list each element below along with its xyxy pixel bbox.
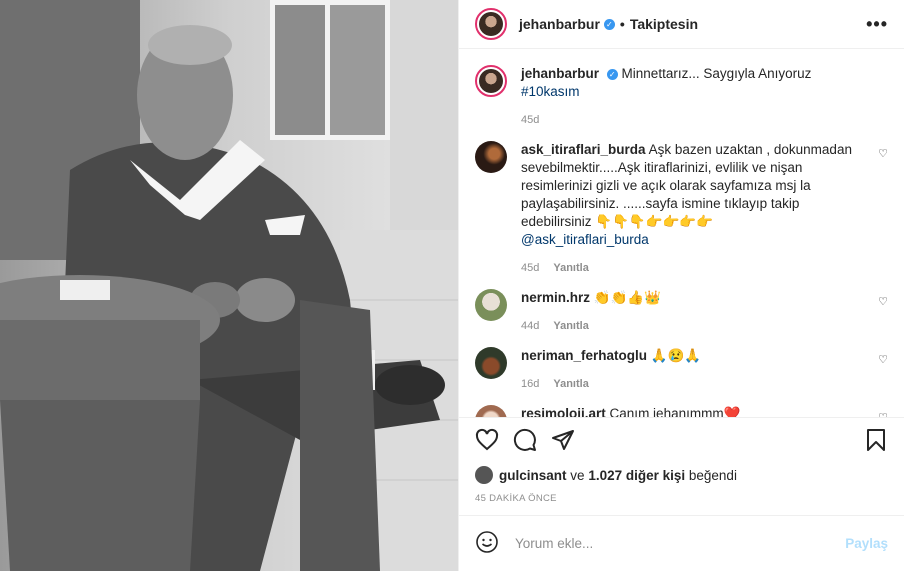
post-header: jehanbarbur ✓ • Takiptesin •••: [459, 0, 904, 49]
author-username[interactable]: jehanbarbur: [519, 16, 600, 32]
reply-button[interactable]: Yanıtla: [553, 378, 588, 390]
author-avatar[interactable]: [475, 8, 507, 40]
likes-and: ve: [570, 467, 585, 483]
post-comment-button[interactable]: Paylaş: [845, 536, 888, 551]
comment-age[interactable]: 45d: [521, 262, 539, 274]
caption: jehanbarbur ✓ Minnettarız... Saygıyla An…: [475, 65, 888, 129]
liker-username[interactable]: gulcinsant: [499, 468, 567, 483]
comment-like-heart-icon[interactable]: ♡: [878, 147, 888, 160]
comment-username[interactable]: ask_itiraflari_burda: [521, 142, 646, 157]
more-options-icon[interactable]: •••: [866, 14, 888, 35]
follow-status[interactable]: Takiptesin: [630, 16, 698, 32]
commenter-avatar[interactable]: [475, 405, 507, 417]
verified-badge-icon: ✓: [603, 18, 615, 30]
post-photo[interactable]: [0, 0, 458, 571]
commenter-avatar[interactable]: [475, 289, 507, 321]
commenter-avatar[interactable]: [475, 141, 507, 173]
comment-icon[interactable]: [509, 426, 541, 454]
comment-username[interactable]: resimoloji.art: [521, 406, 606, 417]
comment-item: resimoloji.art Canım jehanımmm❤️ ♡: [475, 405, 888, 417]
reply-button[interactable]: Yanıtla: [553, 320, 588, 332]
add-comment-bar: Paylaş: [459, 515, 904, 571]
comment-input[interactable]: [513, 535, 846, 552]
comment-text: Canım jehanımmm❤️: [609, 406, 741, 417]
comment-age[interactable]: 16d: [521, 378, 539, 390]
comments-list[interactable]: jehanbarbur ✓ Minnettarız... Saygıyla An…: [459, 49, 904, 417]
comment-like-heart-icon[interactable]: ♡: [878, 411, 888, 417]
verified-badge-icon: ✓: [606, 68, 618, 80]
comment-age[interactable]: 44d: [521, 320, 539, 332]
comment-item: neriman_ferhatoglu 🙏😢🙏 16d Yanıtla ♡: [475, 347, 888, 393]
post-sidebar: jehanbarbur ✓ • Takiptesin ••• jehanbarb…: [458, 0, 904, 571]
caption-age[interactable]: 45d: [521, 114, 539, 126]
reply-button[interactable]: Yanıtla: [553, 262, 588, 274]
caption-avatar[interactable]: [475, 65, 507, 97]
comment-mention[interactable]: @ask_itiraflari_burda: [521, 232, 649, 247]
action-bar: [459, 417, 904, 461]
comment-item: ask_itiraflari_burda Aşk bazen uzaktan ,…: [475, 141, 888, 277]
liker-avatar[interactable]: [475, 466, 493, 484]
heart-icon[interactable]: [471, 426, 503, 454]
likes-summary: gulcinsant ve 1.027 diğer kişi beğendi: [459, 461, 904, 489]
post-image: [0, 0, 458, 571]
commenter-avatar[interactable]: [475, 347, 507, 379]
comment-item: nermin.hrz 👏👏👍👑 44d Yanıtla ♡: [475, 289, 888, 335]
header-separator: •: [619, 16, 625, 32]
caption-hashtag[interactable]: #10kasım: [521, 84, 580, 99]
caption-username[interactable]: jehanbarbur: [521, 66, 599, 81]
likes-suffix: beğendi: [688, 467, 737, 483]
comment-text: 👏👏👍👑: [593, 290, 662, 305]
comment-username[interactable]: nermin.hrz: [521, 290, 590, 305]
post-timestamp[interactable]: 45 DAKİKA ÖNCE: [459, 493, 904, 515]
comment-username[interactable]: neriman_ferhatoglu: [521, 348, 647, 363]
comment-text: 🙏😢🙏: [650, 348, 702, 363]
caption-text: Minnettarız... Saygıyla Anıyoruz: [621, 66, 812, 81]
comment-like-heart-icon[interactable]: ♡: [878, 295, 888, 308]
emoji-icon[interactable]: [475, 530, 499, 557]
comment-like-heart-icon[interactable]: ♡: [878, 353, 888, 366]
share-icon[interactable]: [547, 426, 579, 454]
likes-count[interactable]: 1.027 diğer kişi: [588, 468, 685, 483]
bookmark-icon[interactable]: [860, 426, 892, 454]
